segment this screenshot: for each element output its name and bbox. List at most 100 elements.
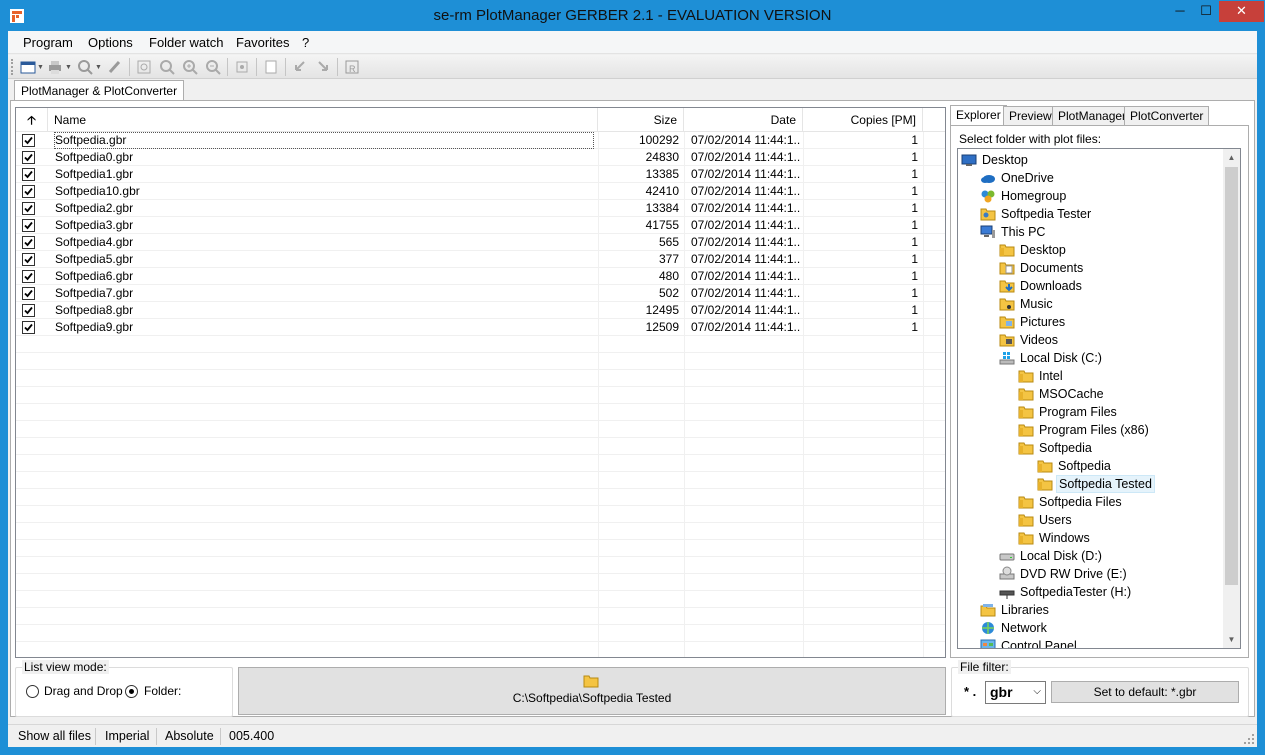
open-dropdown-icon[interactable]: ▼ bbox=[37, 64, 44, 71]
table-row bbox=[16, 540, 945, 557]
tab-plotmanager[interactable]: PlotManager bbox=[1052, 106, 1133, 126]
folder-path-button[interactable]: C:\Softpedia\Softpedia Tested bbox=[238, 667, 946, 715]
table-row bbox=[16, 489, 945, 506]
videos-folder-icon bbox=[999, 332, 1015, 348]
table-row[interactable]: Softpedia7.gbr 502 07/02/2014 11:44:1... 1 bbox=[16, 285, 945, 302]
file-date: 07/02/2014 11:44:1... bbox=[691, 269, 801, 283]
radio-drag-drop-label[interactable]: Drag and Drop bbox=[44, 684, 123, 698]
tab-preview[interactable]: Preview bbox=[1003, 106, 1058, 126]
file-date: 07/02/2014 11:44:1... bbox=[691, 235, 801, 249]
resize-grip-icon[interactable] bbox=[1243, 733, 1255, 745]
menu-favorites[interactable]: Favorites bbox=[236, 35, 289, 50]
svg-text:R: R bbox=[349, 64, 356, 74]
menu-program[interactable]: Program bbox=[23, 35, 73, 50]
file-copies: 1 bbox=[911, 269, 918, 283]
file-list[interactable]: 🡡 Name Size Date Copies [PM] Softpedia.g… bbox=[15, 107, 946, 658]
tree-item-label: Program Files bbox=[1039, 405, 1117, 419]
row-checkbox[interactable] bbox=[22, 134, 35, 147]
status-show-all-files[interactable]: Show all files bbox=[18, 729, 91, 743]
row-checkbox[interactable] bbox=[22, 202, 35, 215]
row-checkbox[interactable] bbox=[22, 270, 35, 283]
radio-drag-drop[interactable] bbox=[26, 685, 39, 698]
table-row[interactable]: Softpedia9.gbr 12509 07/02/2014 11:44:1...… bbox=[16, 319, 945, 336]
tab-plotmanager-plotconverter[interactable]: PlotManager & PlotConverter bbox=[14, 80, 185, 101]
row-checkbox[interactable] bbox=[22, 185, 35, 198]
minimize-button[interactable]: ─ bbox=[1167, 1, 1193, 22]
radio-folder-label[interactable]: Folder: bbox=[144, 684, 181, 698]
column-copies[interactable]: Copies [PM] bbox=[803, 108, 923, 132]
menu-options[interactable]: Options bbox=[88, 35, 133, 50]
column-name[interactable]: Name bbox=[48, 108, 598, 132]
zoom-icon[interactable] bbox=[76, 58, 94, 76]
table-row[interactable]: Softpedia0.gbr 24830 07/02/2014 11:44:1...… bbox=[16, 149, 945, 166]
scroll-up-icon[interactable]: ▲ bbox=[1223, 149, 1240, 166]
status-units[interactable]: Imperial bbox=[105, 729, 149, 743]
maximize-button[interactable]: ☐ bbox=[1193, 1, 1219, 22]
row-checkbox[interactable] bbox=[22, 219, 35, 232]
row-checkbox[interactable] bbox=[22, 287, 35, 300]
table-row[interactable]: Softpedia.gbr 100292 07/02/2014 11:44:1...… bbox=[16, 132, 945, 149]
table-row bbox=[16, 557, 945, 574]
column-date[interactable]: Date bbox=[684, 108, 803, 132]
table-row bbox=[16, 608, 945, 625]
report-icon[interactable]: R bbox=[343, 58, 361, 76]
file-name: Softpedia9.gbr bbox=[55, 320, 134, 334]
radio-selected-dot bbox=[129, 689, 134, 694]
menu-help[interactable]: ? bbox=[302, 35, 309, 50]
zoom-dropdown-icon[interactable]: ▼ bbox=[95, 64, 102, 71]
row-checkbox[interactable] bbox=[22, 253, 35, 266]
file-copies: 1 bbox=[911, 252, 918, 266]
fit-page-icon[interactable] bbox=[135, 58, 153, 76]
tab-plotconverter[interactable]: PlotConverter bbox=[1124, 106, 1210, 126]
file-filter-select[interactable]: gbr ⌵ bbox=[985, 681, 1046, 704]
row-checkbox[interactable] bbox=[22, 304, 35, 317]
pen-icon[interactable] bbox=[106, 58, 124, 76]
tree-item-label: Program Files (x86) bbox=[1039, 423, 1149, 437]
tab-explorer[interactable]: Explorer bbox=[950, 105, 1007, 126]
menu-folder-watch[interactable]: Folder watch bbox=[149, 35, 223, 50]
folder-icon bbox=[1018, 404, 1034, 420]
scroll-thumb[interactable] bbox=[1225, 167, 1238, 585]
column-size[interactable]: Size bbox=[598, 108, 684, 132]
open-folder-icon[interactable] bbox=[19, 58, 37, 76]
set-default-button[interactable]: Set to default: *.gbr bbox=[1051, 681, 1239, 703]
print-dropdown-icon[interactable]: ▼ bbox=[65, 64, 72, 71]
sort-arrow-icon[interactable]: 🡡 bbox=[16, 108, 48, 132]
toolbar-grip[interactable] bbox=[11, 59, 14, 75]
print-icon[interactable] bbox=[46, 58, 64, 76]
radio-folder[interactable] bbox=[125, 685, 138, 698]
row-checkbox[interactable] bbox=[22, 321, 35, 334]
title-bar[interactable]: se-rm PlotManager GERBER 2.1 - EVALUATIO… bbox=[0, 0, 1265, 31]
table-row[interactable]: Softpedia3.gbr 41755 07/02/2014 11:44:1...… bbox=[16, 217, 945, 234]
table-row[interactable]: Softpedia4.gbr 565 07/02/2014 11:44:1... 1 bbox=[16, 234, 945, 251]
status-coordinates-mode[interactable]: Absolute bbox=[165, 729, 214, 743]
table-row[interactable]: Softpedia5.gbr 377 07/02/2014 11:44:1... 1 bbox=[16, 251, 945, 268]
table-row[interactable]: Softpedia8.gbr 12495 07/02/2014 11:44:1...… bbox=[16, 302, 945, 319]
row-checkbox[interactable] bbox=[22, 151, 35, 164]
grid-line bbox=[598, 132, 599, 657]
rotate-right-icon[interactable] bbox=[314, 58, 332, 76]
pan-icon[interactable] bbox=[233, 58, 251, 76]
scroll-down-icon[interactable]: ▼ bbox=[1223, 631, 1240, 648]
close-button[interactable]: ✕ bbox=[1219, 1, 1264, 22]
zoom-in-icon[interactable] bbox=[181, 58, 199, 76]
zoom-out-icon[interactable] bbox=[204, 58, 222, 76]
table-row bbox=[16, 404, 945, 421]
file-name: Softpedia2.gbr bbox=[55, 201, 134, 215]
page-icon[interactable] bbox=[262, 58, 280, 76]
tree-item-label: Downloads bbox=[1020, 279, 1082, 293]
client-area: Program Options Folder watch Favorites ?… bbox=[8, 31, 1257, 747]
folder-tree[interactable]: Desktop OneDrive Homegroup Softpedia Tester… bbox=[957, 148, 1241, 649]
table-row[interactable]: Softpedia2.gbr 13384 07/02/2014 11:44:1...… bbox=[16, 200, 945, 217]
row-checkbox[interactable] bbox=[22, 236, 35, 249]
table-row[interactable]: Softpedia10.gbr 42410 07/02/2014 11:44:1..… bbox=[16, 183, 945, 200]
toolbar-separator bbox=[129, 58, 130, 76]
rotate-left-icon[interactable] bbox=[291, 58, 309, 76]
row-checkbox[interactable] bbox=[22, 168, 35, 181]
table-row[interactable]: Softpedia6.gbr 480 07/02/2014 11:44:1... 1 bbox=[16, 268, 945, 285]
system-drive-icon bbox=[999, 350, 1015, 366]
tree-scrollbar[interactable]: ▲ ▼ bbox=[1223, 149, 1240, 648]
zoom-window-icon[interactable] bbox=[158, 58, 176, 76]
table-row[interactable]: Softpedia1.gbr 13385 07/02/2014 11:44:1...… bbox=[16, 166, 945, 183]
toolbar: ▼ ▼ ▼ R bbox=[8, 55, 1257, 79]
